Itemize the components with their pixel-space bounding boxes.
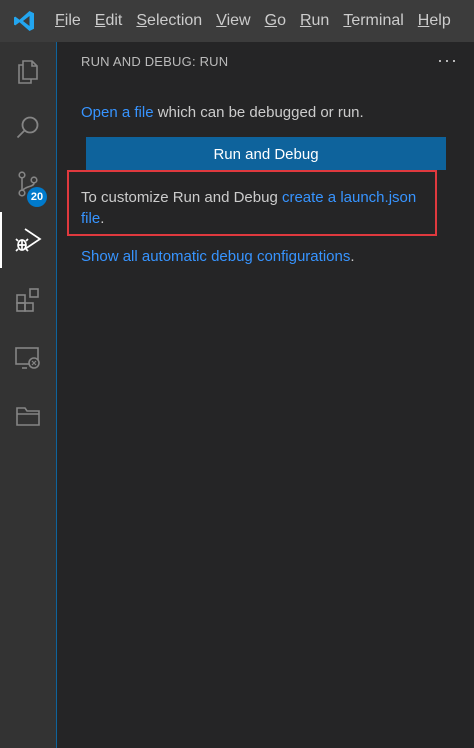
menu-file-label: ile [64, 12, 81, 29]
show-all-configurations-link[interactable]: Show all automatic debug configurations [81, 248, 350, 265]
menu-file[interactable]: File [48, 0, 88, 42]
run-and-debug-button[interactable]: Run and Debug [86, 137, 446, 170]
vscode-logo-icon [0, 0, 48, 42]
extensions-icon[interactable] [0, 272, 56, 328]
source-control-icon[interactable] [0, 156, 56, 212]
explorer-icon[interactable] [0, 44, 56, 100]
sidebar-title: RUN AND DEBUG: RUN [81, 54, 229, 69]
source-control-badge: 20 [27, 187, 47, 207]
menu-terminal[interactable]: Terminal [336, 0, 410, 42]
menu-view-mnemonic: V [216, 12, 227, 29]
activity-bar: 20 [0, 42, 56, 748]
run-debug-icon[interactable] [0, 212, 56, 268]
menu-selection[interactable]: Selection [129, 0, 209, 42]
customize-prefix: To customize Run and Debug [81, 189, 282, 206]
open-file-line: Open a file which can be debugged or run… [81, 102, 364, 123]
search-icon[interactable] [0, 100, 56, 156]
show-all-suffix: . [350, 248, 355, 265]
open-file-text: which can be debugged or run. [153, 104, 364, 121]
menu-help-label: elp [429, 12, 451, 29]
menu-selection-label: election [147, 12, 203, 29]
menu-help-mnemonic: H [417, 12, 430, 29]
menu-help[interactable]: Help [411, 0, 458, 42]
menu-edit[interactable]: Edit [88, 0, 130, 42]
menu-file-mnemonic: F [55, 12, 65, 29]
open-file-link[interactable]: Open a file [81, 104, 154, 121]
more-actions-button[interactable]: ··· [437, 50, 458, 71]
customize-suffix: . [100, 210, 105, 227]
menu-go-mnemonic: G [264, 12, 278, 29]
menu-view-label: iew [226, 12, 251, 29]
show-all-line: Show all automatic debug configurations. [81, 246, 355, 267]
menu-run-label: un [311, 12, 330, 29]
menu-view[interactable]: View [209, 0, 257, 42]
menu-bar: File Edit Selection View Go Run Terminal… [0, 0, 474, 42]
vscode-window: File Edit Selection View Go Run Terminal… [0, 0, 474, 748]
menu-selection-mnemonic: S [136, 12, 148, 29]
folder-icon[interactable] [0, 388, 56, 444]
menu-go[interactable]: Go [258, 0, 293, 42]
menu-go-label: o [277, 12, 286, 29]
menu-terminal-label: erminal [351, 12, 404, 29]
menu-edit-label: dit [105, 12, 123, 29]
customize-text: To customize Run and Debug create a laun… [81, 187, 431, 229]
run-debug-sidebar: RUN AND DEBUG: RUN ··· Open a file which… [56, 42, 474, 748]
menu-edit-mnemonic: E [94, 12, 106, 29]
remote-explorer-icon[interactable] [0, 330, 56, 386]
menu-run-mnemonic: R [299, 12, 312, 29]
menu-run[interactable]: Run [293, 0, 336, 42]
